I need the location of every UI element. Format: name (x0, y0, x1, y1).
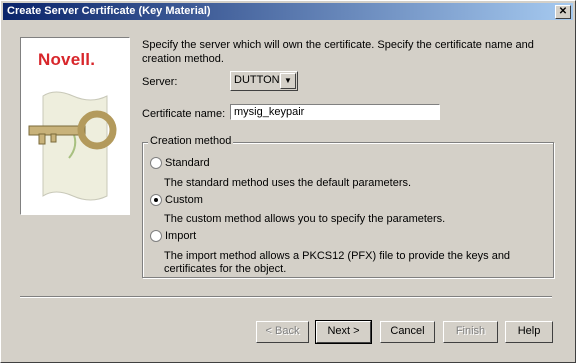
back-button[interactable]: < Back (256, 321, 309, 343)
server-label: Server: (142, 76, 178, 88)
help-button[interactable]: Help (505, 321, 553, 343)
cancel-button[interactable]: Cancel (380, 321, 435, 343)
footer-separator (20, 296, 552, 298)
finish-button[interactable]: Finish (443, 321, 498, 343)
standard-label[interactable]: Standard (165, 157, 210, 169)
novell-logo: Novell. (38, 50, 96, 69)
certificate-name-input[interactable] (230, 104, 440, 120)
certificate-name-label: Certificate name: (142, 108, 226, 120)
creation-method-legend: Creation method (148, 135, 234, 147)
custom-description: The custom method allows you to specify … (164, 213, 446, 225)
intro-text: Specify the server which will own the ce… (142, 39, 534, 65)
standard-description: The standard method uses the default par… (164, 177, 412, 189)
standard-radio[interactable] (150, 157, 162, 169)
key-certificate-icon (28, 91, 117, 201)
import-label[interactable]: Import (165, 230, 196, 242)
server-value: DUTTON (234, 74, 280, 86)
logo-panel: Novell. (20, 37, 130, 215)
close-button[interactable]: ✕ (555, 5, 571, 19)
chevron-down-icon[interactable]: ▼ (280, 73, 296, 89)
custom-label[interactable]: Custom (165, 194, 203, 206)
server-dropdown[interactable]: DUTTON ▼ (230, 71, 298, 91)
import-radio[interactable] (150, 230, 162, 242)
import-description: The import method allows a PKCS12 (PFX) … (164, 250, 511, 275)
next-button[interactable]: Next > (315, 320, 372, 344)
window-title: Create Server Certificate (Key Material) (7, 5, 211, 17)
custom-radio[interactable] (150, 194, 162, 206)
title-bar[interactable]: Create Server Certificate (Key Material)… (3, 3, 573, 20)
